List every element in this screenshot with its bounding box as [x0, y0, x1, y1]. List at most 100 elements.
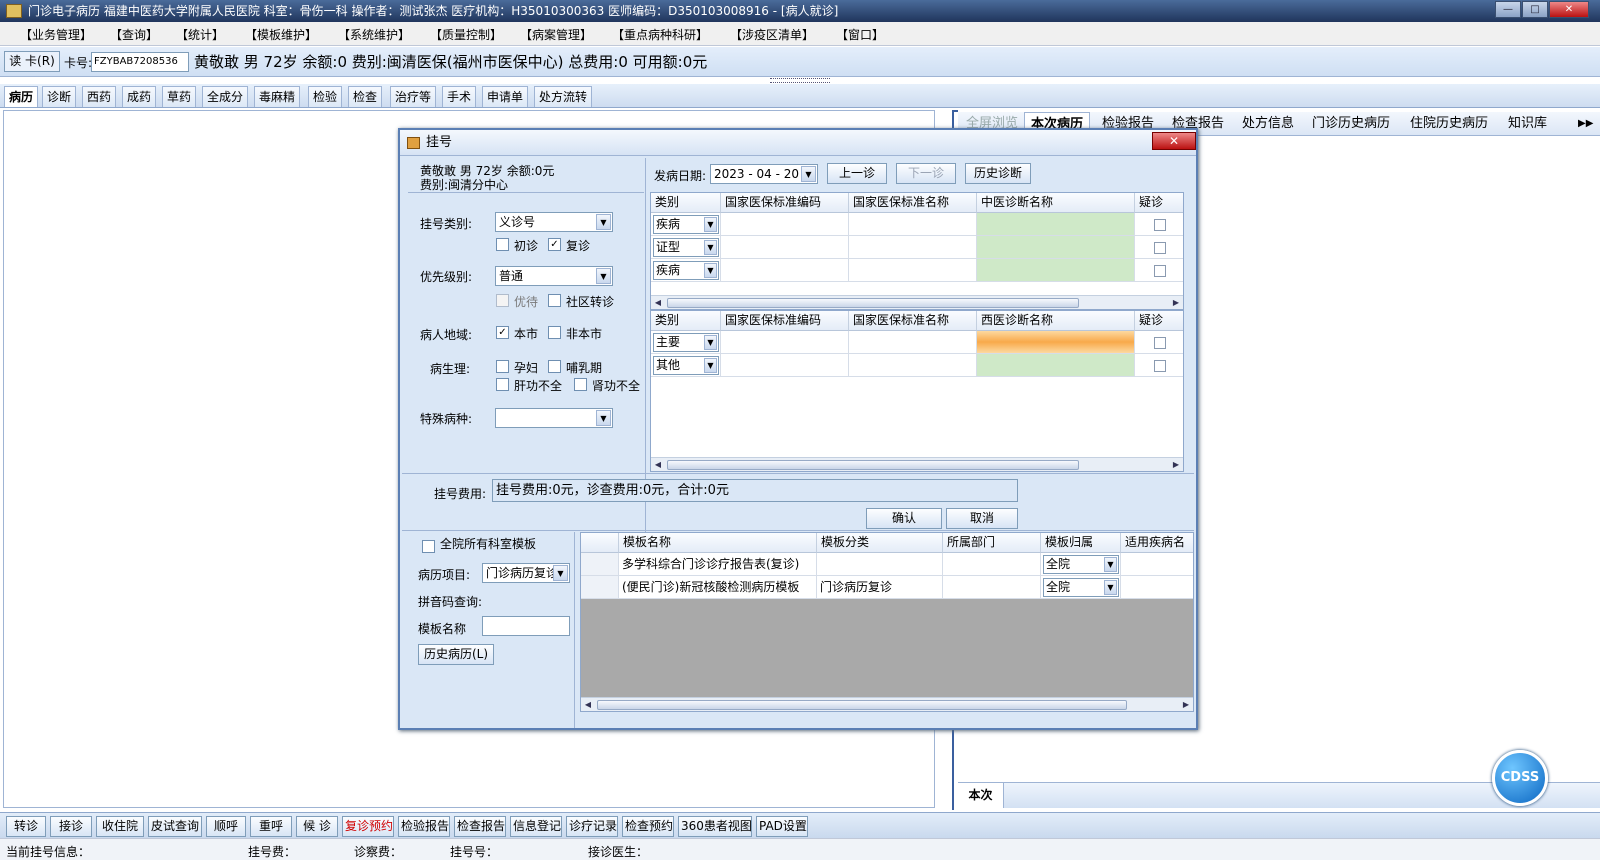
- tcm-row1-name[interactable]: [849, 213, 977, 236]
- admit-button[interactable]: 收住院: [96, 816, 144, 837]
- confirm-button[interactable]: 确认: [866, 508, 942, 529]
- tab-request-form[interactable]: 申请单: [482, 86, 529, 107]
- menu-quality-control[interactable]: 【质量控制】: [430, 26, 502, 43]
- rtab-prescription-info[interactable]: 处方信息: [1236, 112, 1300, 136]
- menu-statistics[interactable]: 【统计】: [176, 26, 224, 43]
- patient-360-view-button[interactable]: 360患者视图: [678, 816, 752, 837]
- tcm-row3-suspected-checkbox[interactable]: [1154, 265, 1166, 277]
- template-row1-category[interactable]: [817, 553, 943, 576]
- tcm-row2-name[interactable]: [849, 236, 977, 259]
- wm-row1-name[interactable]: [849, 331, 977, 354]
- tcm-row1-code[interactable]: [721, 213, 849, 236]
- history-diagnosis-button[interactable]: 历史诊断: [965, 163, 1031, 184]
- tcm-row2-diagnosis[interactable]: [977, 236, 1135, 259]
- wm-row2-suspected-checkbox[interactable]: [1154, 360, 1166, 372]
- rtab-inpatient-history[interactable]: 住院历史病历: [1404, 112, 1494, 136]
- tab-exam[interactable]: 检查: [348, 86, 383, 107]
- preferential-checkbox[interactable]: [496, 294, 509, 307]
- transfer-button[interactable]: 转诊: [6, 816, 46, 837]
- next-visit-button[interactable]: 下一诊: [896, 163, 956, 184]
- dialog-close-button[interactable]: ✕: [1152, 132, 1196, 150]
- tcm-row3-type-select[interactable]: 疾病 ▼: [653, 261, 719, 280]
- menu-business[interactable]: 【业务管理】: [20, 26, 92, 43]
- tab-full-ingredient[interactable]: 全成分: [202, 86, 249, 107]
- tcm-row1-suspected-checkbox[interactable]: [1154, 219, 1166, 231]
- return-visit-checkbox[interactable]: ✓: [548, 238, 561, 251]
- tcm-grid-scrollbar[interactable]: ◀ ▶: [651, 295, 1183, 309]
- menu-epidemic-list[interactable]: 【涉疫区清单】: [730, 26, 814, 43]
- all-dept-templates-checkbox[interactable]: [422, 540, 435, 553]
- tcm-row3-name[interactable]: [849, 259, 977, 282]
- scroll-thumb[interactable]: [667, 460, 1079, 470]
- card-number-input[interactable]: FZYBAB7208536: [91, 52, 189, 72]
- wm-row2-diagnosis[interactable]: [977, 354, 1135, 377]
- treatment-record-button[interactable]: 诊疗记录: [566, 816, 618, 837]
- onset-date-picker[interactable]: 2023 - 04 - 20 ▼: [710, 164, 818, 184]
- reg-type-select[interactable]: 义诊号 ▼: [495, 212, 613, 232]
- info-register-button[interactable]: 信息登记: [510, 816, 562, 837]
- template-row1-owner-select[interactable]: 全院 ▼: [1043, 555, 1119, 574]
- tab-western-medicine[interactable]: 西药: [82, 86, 117, 107]
- liver-insufficiency-checkbox[interactable]: [496, 378, 509, 391]
- tcm-row3-diagnosis[interactable]: [977, 259, 1135, 282]
- tab-narcotic[interactable]: 毒麻精: [254, 86, 301, 107]
- maximize-button[interactable]: □: [1522, 1, 1548, 18]
- tab-diagnosis[interactable]: 诊断: [42, 86, 77, 107]
- community-referral-checkbox[interactable]: [548, 294, 561, 307]
- template-row2-dept[interactable]: [943, 576, 1041, 599]
- minimize-button[interactable]: —: [1495, 1, 1521, 18]
- rtab-knowledge-base[interactable]: 知识库: [1502, 112, 1553, 136]
- lab-report-button[interactable]: 检验报告: [398, 816, 450, 837]
- special-disease-select[interactable]: ▼: [495, 408, 613, 428]
- template-row1-name[interactable]: 多学科综合门诊诊疗报告表(复诊): [619, 553, 817, 576]
- call-next-button[interactable]: 顺呼: [206, 816, 246, 837]
- menu-template-maintenance[interactable]: 【模板维护】: [245, 26, 317, 43]
- rtab-more-icon[interactable]: ▶▶: [1572, 112, 1599, 136]
- menu-system-maintenance[interactable]: 【系统维护】: [338, 26, 410, 43]
- scroll-left-icon[interactable]: ◀: [651, 458, 665, 471]
- menu-query[interactable]: 【查询】: [110, 26, 158, 43]
- lactation-checkbox[interactable]: [548, 360, 561, 373]
- menu-record-management[interactable]: 【病案管理】: [520, 26, 592, 43]
- history-record-button[interactable]: 历史病历(L): [418, 644, 494, 665]
- scroll-right-icon[interactable]: ▶: [1169, 296, 1183, 309]
- rbtab-current[interactable]: 本次: [958, 783, 1004, 808]
- tab-surgery[interactable]: 手术: [442, 86, 477, 107]
- pad-settings-button[interactable]: PAD设置: [756, 816, 808, 837]
- tab-treatment[interactable]: 治疗等: [390, 86, 437, 107]
- tab-prescription-flow[interactable]: 处方流转: [534, 86, 593, 107]
- template-row2-category[interactable]: 门诊病历复诊: [817, 576, 943, 599]
- scroll-left-icon[interactable]: ◀: [651, 296, 665, 309]
- first-visit-checkbox[interactable]: [496, 238, 509, 251]
- non-local-checkbox[interactable]: [548, 326, 561, 339]
- template-row1-dept[interactable]: [943, 553, 1041, 576]
- local-city-checkbox[interactable]: ✓: [496, 326, 509, 339]
- wm-row1-code[interactable]: [721, 331, 849, 354]
- receive-button[interactable]: 接诊: [50, 816, 92, 837]
- skin-test-query-button[interactable]: 皮试查询: [148, 816, 202, 837]
- read-card-button[interactable]: 读 卡(R): [4, 51, 60, 72]
- scroll-thumb[interactable]: [597, 700, 1127, 710]
- record-item-select[interactable]: 门诊病历复诊 ▼: [482, 563, 570, 583]
- recall-button[interactable]: 重呼: [250, 816, 292, 837]
- western-grid-scrollbar[interactable]: ◀ ▶: [651, 457, 1183, 471]
- rtab-outpatient-history[interactable]: 门诊历史病历: [1306, 112, 1396, 136]
- wm-row1-suspected-checkbox[interactable]: [1154, 337, 1166, 349]
- tcm-row1-type-select[interactable]: 疾病 ▼: [653, 215, 719, 234]
- template-name-input[interactable]: [482, 616, 570, 636]
- menu-key-disease-research[interactable]: 【重点病种科研】: [612, 26, 708, 43]
- wm-row2-name[interactable]: [849, 354, 977, 377]
- tcm-row2-code[interactable]: [721, 236, 849, 259]
- close-window-button[interactable]: ✕: [1549, 1, 1589, 18]
- tab-patent-medicine[interactable]: 成药: [122, 86, 157, 107]
- cancel-button[interactable]: 取消: [946, 508, 1018, 529]
- tab-herbal-medicine[interactable]: 草药: [162, 86, 197, 107]
- exam-appointment-button[interactable]: 检查预约: [622, 816, 674, 837]
- tcm-row1-diagnosis[interactable]: [977, 213, 1135, 236]
- scroll-right-icon[interactable]: ▶: [1169, 458, 1183, 471]
- template-row2-name[interactable]: (便民门诊)新冠核酸检测病历模板: [619, 576, 817, 599]
- follow-up-appointment-button[interactable]: 复诊预约: [342, 816, 394, 837]
- wm-row2-code[interactable]: [721, 354, 849, 377]
- tab-lab-test[interactable]: 检验: [308, 86, 343, 107]
- priority-select[interactable]: 普通 ▼: [495, 266, 613, 286]
